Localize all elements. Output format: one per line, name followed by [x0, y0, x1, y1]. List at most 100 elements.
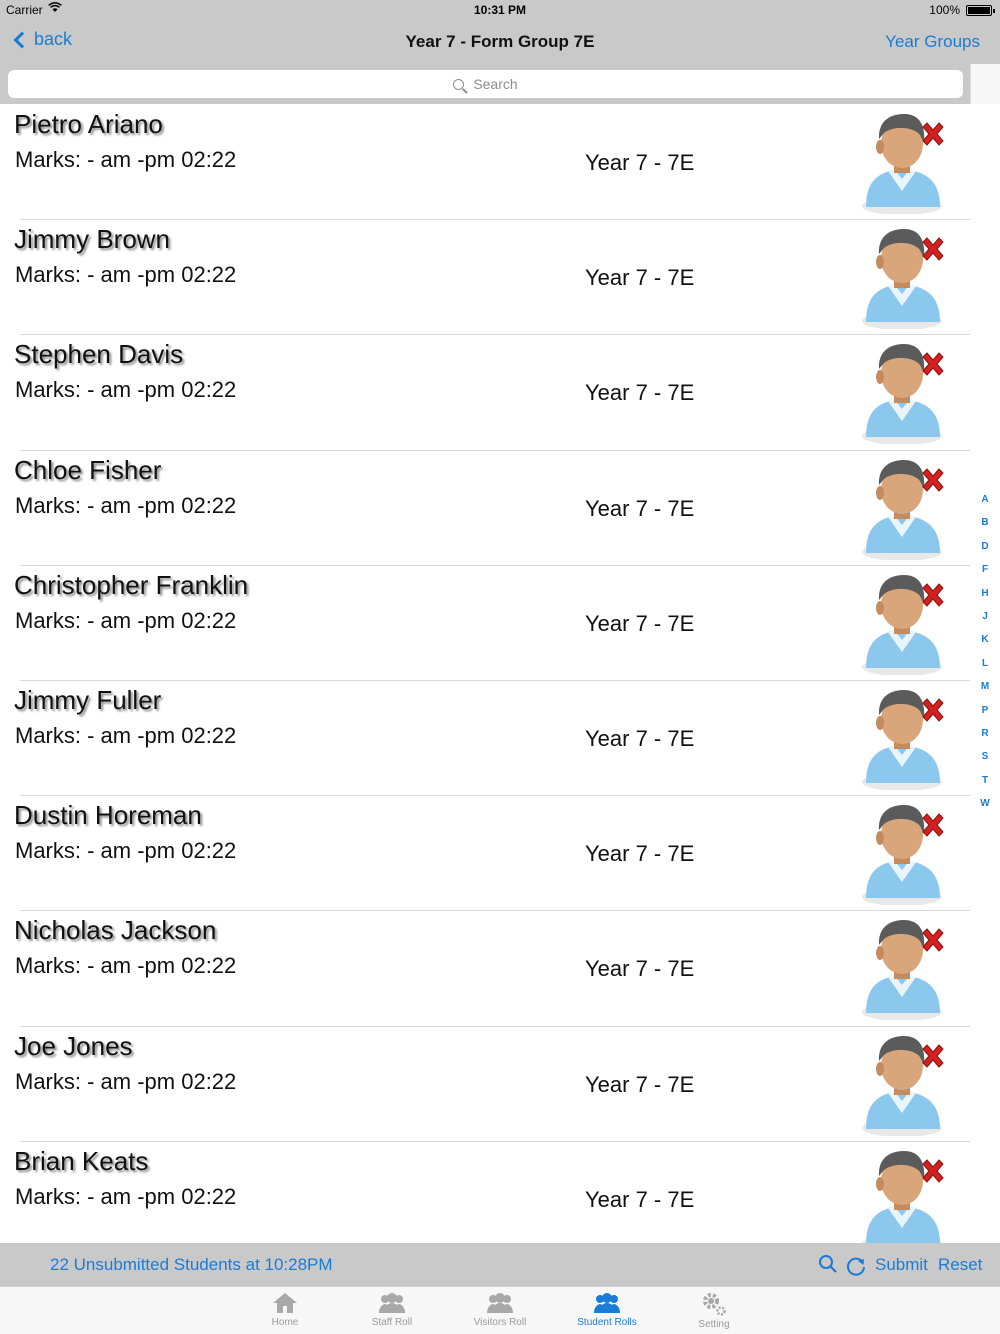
search-placeholder: Search	[473, 76, 518, 92]
tab-label: Student Rolls	[577, 1317, 637, 1328]
search-icon	[453, 78, 465, 90]
student-row[interactable]: Jimmy Fuller Marks: - am -pm 02:22 Year …	[0, 681, 970, 797]
index-letter[interactable]: J	[976, 611, 994, 634]
student-avatar-toggle[interactable]	[858, 915, 948, 1022]
student-row[interactable]: Joe Jones Marks: - am -pm 02:22 Year 7 -…	[0, 1027, 970, 1142]
index-letter[interactable]: K	[976, 634, 994, 657]
index-letter[interactable]: R	[976, 728, 994, 751]
student-row[interactable]: Nicholas Jackson Marks: - am -pm 02:22 Y…	[0, 911, 970, 1027]
student-marks: Marks: - am -pm 02:22	[15, 377, 237, 403]
search-bar: Search	[0, 64, 970, 104]
student-avatar-toggle[interactable]	[858, 685, 948, 791]
index-letter[interactable]: D	[976, 541, 994, 564]
back-button[interactable]: back	[10, 29, 72, 50]
student-marks: Marks: - am -pm 02:22	[15, 953, 237, 979]
student-name: Brian Keats	[14, 1145, 149, 1176]
bottom-toolbar: 22 Unsubmitted Students at 10:28PM Submi…	[0, 1243, 1000, 1286]
tab-setting[interactable]: Setting	[664, 1289, 764, 1333]
index-letter[interactable]: P	[976, 705, 994, 728]
battery-percent: 100%	[929, 3, 960, 17]
student-name: Dustin Horeman	[14, 800, 202, 831]
student-marks: Marks: - am -pm 02:22	[15, 1183, 237, 1209]
tab-label: Staff Roll	[371, 1317, 413, 1328]
search-input[interactable]: Search	[8, 70, 963, 98]
page-title: Year 7 - Form Group 7E	[405, 32, 595, 51]
status-bar: Carrier 10:31 PM 100%	[0, 0, 1000, 20]
students-icon	[557, 1291, 657, 1315]
tab-bar: Home Staff Roll Visitors Roll Student Ro…	[0, 1286, 1000, 1334]
student-avatar-toggle[interactable]	[858, 455, 948, 561]
student-year-group: Year 7 - 7E	[585, 841, 695, 867]
section-index[interactable]: ABDFHJKLMPRSTW	[976, 494, 994, 821]
tab-student-rolls[interactable]: Student Rolls	[557, 1289, 657, 1333]
chevron-left-icon	[13, 31, 31, 48]
student-list[interactable]: Pietro Ariano Marks: - am -pm 02:22 Year…	[0, 105, 970, 1243]
student-year-group: Year 7 - 7E	[585, 610, 695, 636]
student-row[interactable]: Pietro Ariano Marks: - am -pm 02:22 Year…	[0, 105, 970, 221]
battery-icon	[966, 5, 995, 16]
student-name: Jimmy Fuller	[14, 684, 162, 715]
student-marks: Marks: - am -pm 02:22	[15, 492, 237, 518]
student-marks: Marks: - am -pm 02:22	[15, 838, 237, 864]
search-icon[interactable]	[818, 1254, 838, 1274]
student-avatar-toggle[interactable]	[858, 339, 948, 446]
index-letter[interactable]: F	[976, 564, 994, 587]
student-name: Jimmy Brown	[14, 224, 171, 255]
student-marks: Marks: - am -pm 02:22	[15, 147, 237, 172]
student-year-group: Year 7 - 7E	[585, 956, 695, 982]
student-name: Joe Jones	[14, 1030, 133, 1061]
index-letter[interactable]: A	[976, 494, 994, 517]
student-row[interactable]: Jimmy Brown Marks: - am -pm 02:22 Year 7…	[0, 220, 970, 336]
avatar-icon	[858, 574, 948, 679]
student-year-group: Year 7 - 7E	[585, 725, 695, 751]
student-name: Christopher Franklin	[14, 569, 249, 600]
student-year-group: Year 7 - 7E	[585, 265, 695, 291]
reset-button[interactable]: Reset	[938, 1255, 982, 1275]
tab-visitors-roll[interactable]: Visitors Roll	[450, 1289, 550, 1333]
student-year-group: Year 7 - 7E	[585, 380, 695, 406]
avatar-icon	[858, 114, 948, 218]
avatar-icon	[858, 229, 948, 333]
student-row[interactable]: Dustin Horeman Marks: - am -pm 02:22 Yea…	[0, 796, 970, 912]
student-row[interactable]: Chloe Fisher Marks: - am -pm 02:22 Year …	[0, 451, 970, 566]
student-year-group: Year 7 - 7E	[585, 495, 695, 521]
visitors-icon	[450, 1291, 550, 1315]
tab-staff-roll[interactable]: Staff Roll	[342, 1289, 442, 1333]
avatar-icon	[858, 689, 948, 794]
back-label: back	[34, 29, 73, 49]
home-icon	[235, 1291, 335, 1315]
student-name: Chloe Fisher	[14, 454, 162, 485]
avatar-icon	[858, 805, 948, 909]
index-letter[interactable]: H	[976, 588, 994, 611]
student-row[interactable]: Stephen Davis Marks: - am -pm 02:22 Year…	[0, 335, 970, 451]
student-year-group: Year 7 - 7E	[585, 150, 695, 175]
student-avatar-toggle[interactable]	[858, 800, 948, 907]
student-marks: Marks: - am -pm 02:22	[15, 262, 237, 288]
unsubmitted-status: 22 Unsubmitted Students at 10:28PM	[50, 1255, 333, 1274]
refresh-icon[interactable]	[845, 1255, 867, 1277]
student-year-group: Year 7 - 7E	[585, 1186, 695, 1212]
index-letter[interactable]: B	[976, 517, 994, 540]
tab-label: Setting	[698, 1319, 730, 1330]
index-letter[interactable]: S	[976, 751, 994, 774]
index-letter[interactable]: W	[976, 798, 994, 821]
student-row[interactable]: Christopher Franklin Marks: - am -pm 02:…	[0, 566, 970, 681]
student-year-group: Year 7 - 7E	[585, 1071, 695, 1097]
student-row[interactable]: Brian Keats Marks: - am -pm 02:22 Year 7…	[0, 1142, 970, 1243]
index-letter[interactable]: L	[976, 658, 994, 681]
student-marks: Marks: - am -pm 02:22	[15, 1068, 237, 1094]
student-avatar-toggle[interactable]	[858, 1146, 948, 1243]
student-name: Stephen Davis	[14, 339, 184, 370]
avatar-icon	[858, 1035, 948, 1140]
submit-button[interactable]: Submit	[875, 1255, 928, 1275]
tab-home[interactable]: Home	[235, 1289, 335, 1333]
student-avatar-toggle[interactable]	[858, 109, 948, 215]
student-avatar-toggle[interactable]	[858, 1031, 948, 1137]
index-letter[interactable]: M	[976, 681, 994, 704]
year-groups-button[interactable]: Year Groups	[885, 32, 980, 52]
student-marks: Marks: - am -pm 02:22	[15, 722, 237, 748]
index-letter[interactable]: T	[976, 775, 994, 798]
navigation-bar: back Year 7 - Form Group 7E Year Groups	[0, 20, 1000, 64]
student-avatar-toggle[interactable]	[858, 224, 948, 331]
student-avatar-toggle[interactable]	[858, 570, 948, 676]
